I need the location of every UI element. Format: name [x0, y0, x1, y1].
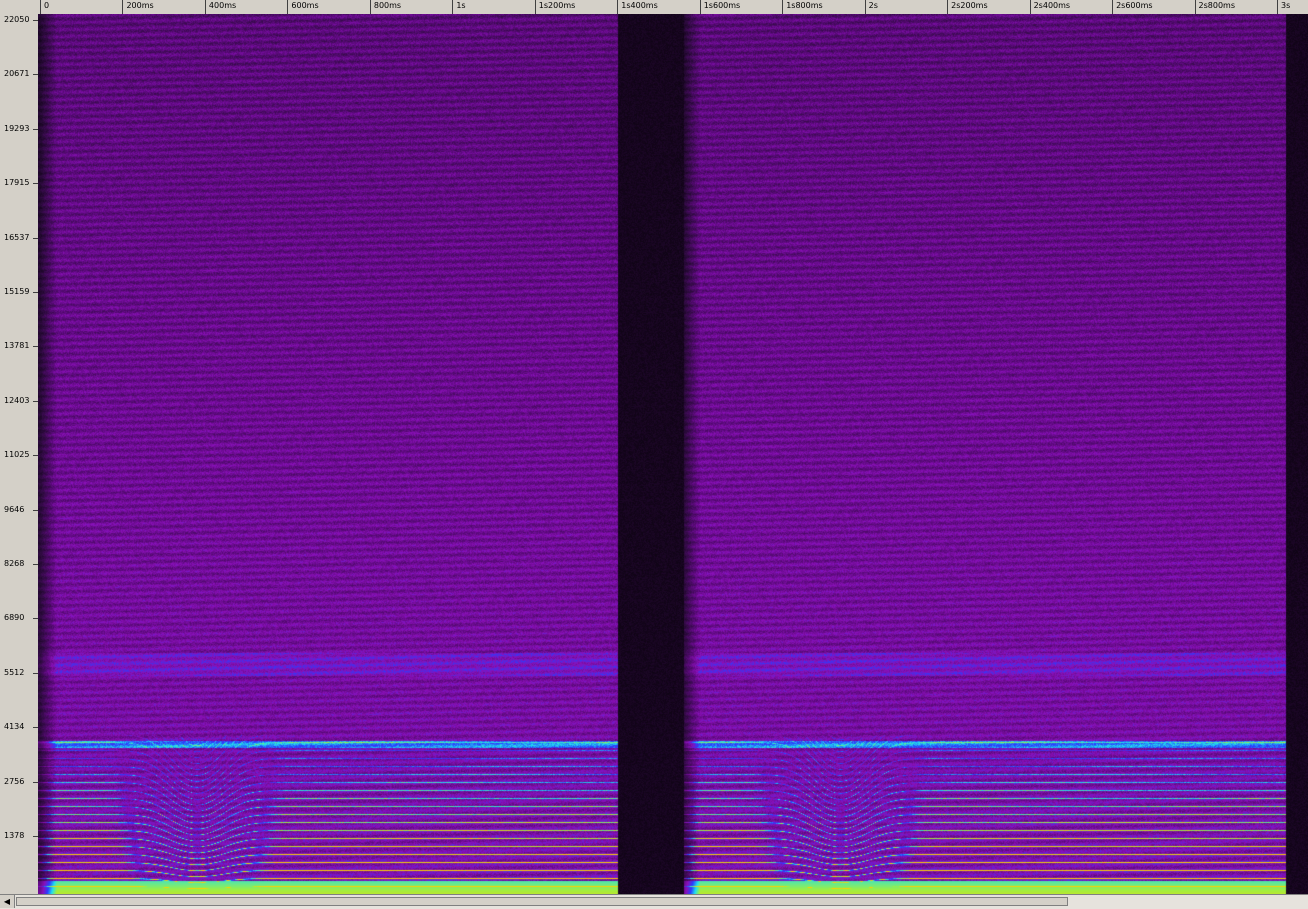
frequency-tick-label: 16537: [4, 232, 30, 242]
time-tick: 1s: [452, 0, 466, 14]
frequency-tick-label: 13781: [4, 341, 30, 351]
frequency-tick-label: 11025: [4, 450, 30, 460]
time-tick: 400ms: [204, 0, 236, 14]
scroll-thumb[interactable]: [16, 897, 1068, 906]
frequency-tick: 12403: [0, 396, 38, 405]
horizontal-scrollbar[interactable]: ◀: [0, 894, 1308, 909]
spectrogram-canvas[interactable]: [38, 14, 1308, 894]
frequency-tick-label: 20671: [4, 69, 30, 79]
frequency-tick: 11025: [0, 450, 38, 459]
frequency-tick: 15159: [0, 287, 38, 296]
frequency-tick: 16537: [0, 233, 38, 242]
scroll-left-arrow-icon[interactable]: ◀: [0, 895, 15, 908]
frequency-tick-label: 2756: [4, 776, 25, 786]
time-tick: 2s400ms: [1029, 0, 1070, 14]
time-tick: 2s800ms: [1194, 0, 1235, 14]
time-tick: 1s800ms: [782, 0, 823, 14]
time-tick: 2s600ms: [1112, 0, 1153, 14]
time-tick: 2s200ms: [947, 0, 988, 14]
frequency-tick: 2756: [0, 777, 38, 786]
frequency-tick-label: 5512: [4, 667, 25, 677]
frequency-tick: 20671: [0, 69, 38, 78]
frequency-tick-label: 12403: [4, 395, 30, 405]
frequency-tick: 5512: [0, 668, 38, 677]
frequency-tick-label: 6890: [4, 613, 25, 623]
frequency-tick: 22050: [0, 15, 38, 24]
time-tick: 800ms: [369, 0, 401, 14]
frequency-tick-label: 15159: [4, 287, 30, 296]
frequency-tick: 17915: [0, 178, 38, 187]
frequency-tick-label: 22050: [4, 15, 30, 24]
frequency-tick: 1378: [0, 831, 38, 840]
frequency-tick: 6890: [0, 613, 38, 622]
frequency-tick-label: 17915: [4, 178, 30, 188]
frequency-tick-label: 8268: [4, 559, 25, 568]
frequency-tick-label: 1378: [4, 831, 25, 840]
time-tick: 200ms: [122, 0, 154, 14]
frequency-tick: 19293: [0, 124, 38, 133]
frequency-tick: 4134: [0, 722, 38, 731]
time-tick: 1s200ms: [534, 0, 575, 14]
frequency-tick-label: 9646: [4, 504, 25, 514]
time-tick: 3s: [1277, 0, 1290, 14]
time-tick: 2s: [864, 0, 878, 14]
frequency-tick-label: 19293: [4, 123, 30, 133]
frequency-tick-label: 4134: [4, 722, 25, 732]
time-tick: 1s600ms: [699, 0, 740, 14]
frequency-tick: 13781: [0, 341, 38, 350]
time-tick: 1s400ms: [617, 0, 658, 14]
frequency-tick: 9646: [0, 505, 38, 514]
time-ruler[interactable]: 0 200ms 400ms 600ms 800ms 1s 1s200ms 1s400ms 1s6…: [38, 0, 1308, 15]
time-tick: 0: [40, 0, 49, 14]
frequency-tick: 8268: [0, 559, 38, 568]
time-tick: 600ms: [287, 0, 319, 14]
frequency-ruler[interactable]: Hz 2205020671192931791516537151591378112…: [0, 14, 39, 909]
